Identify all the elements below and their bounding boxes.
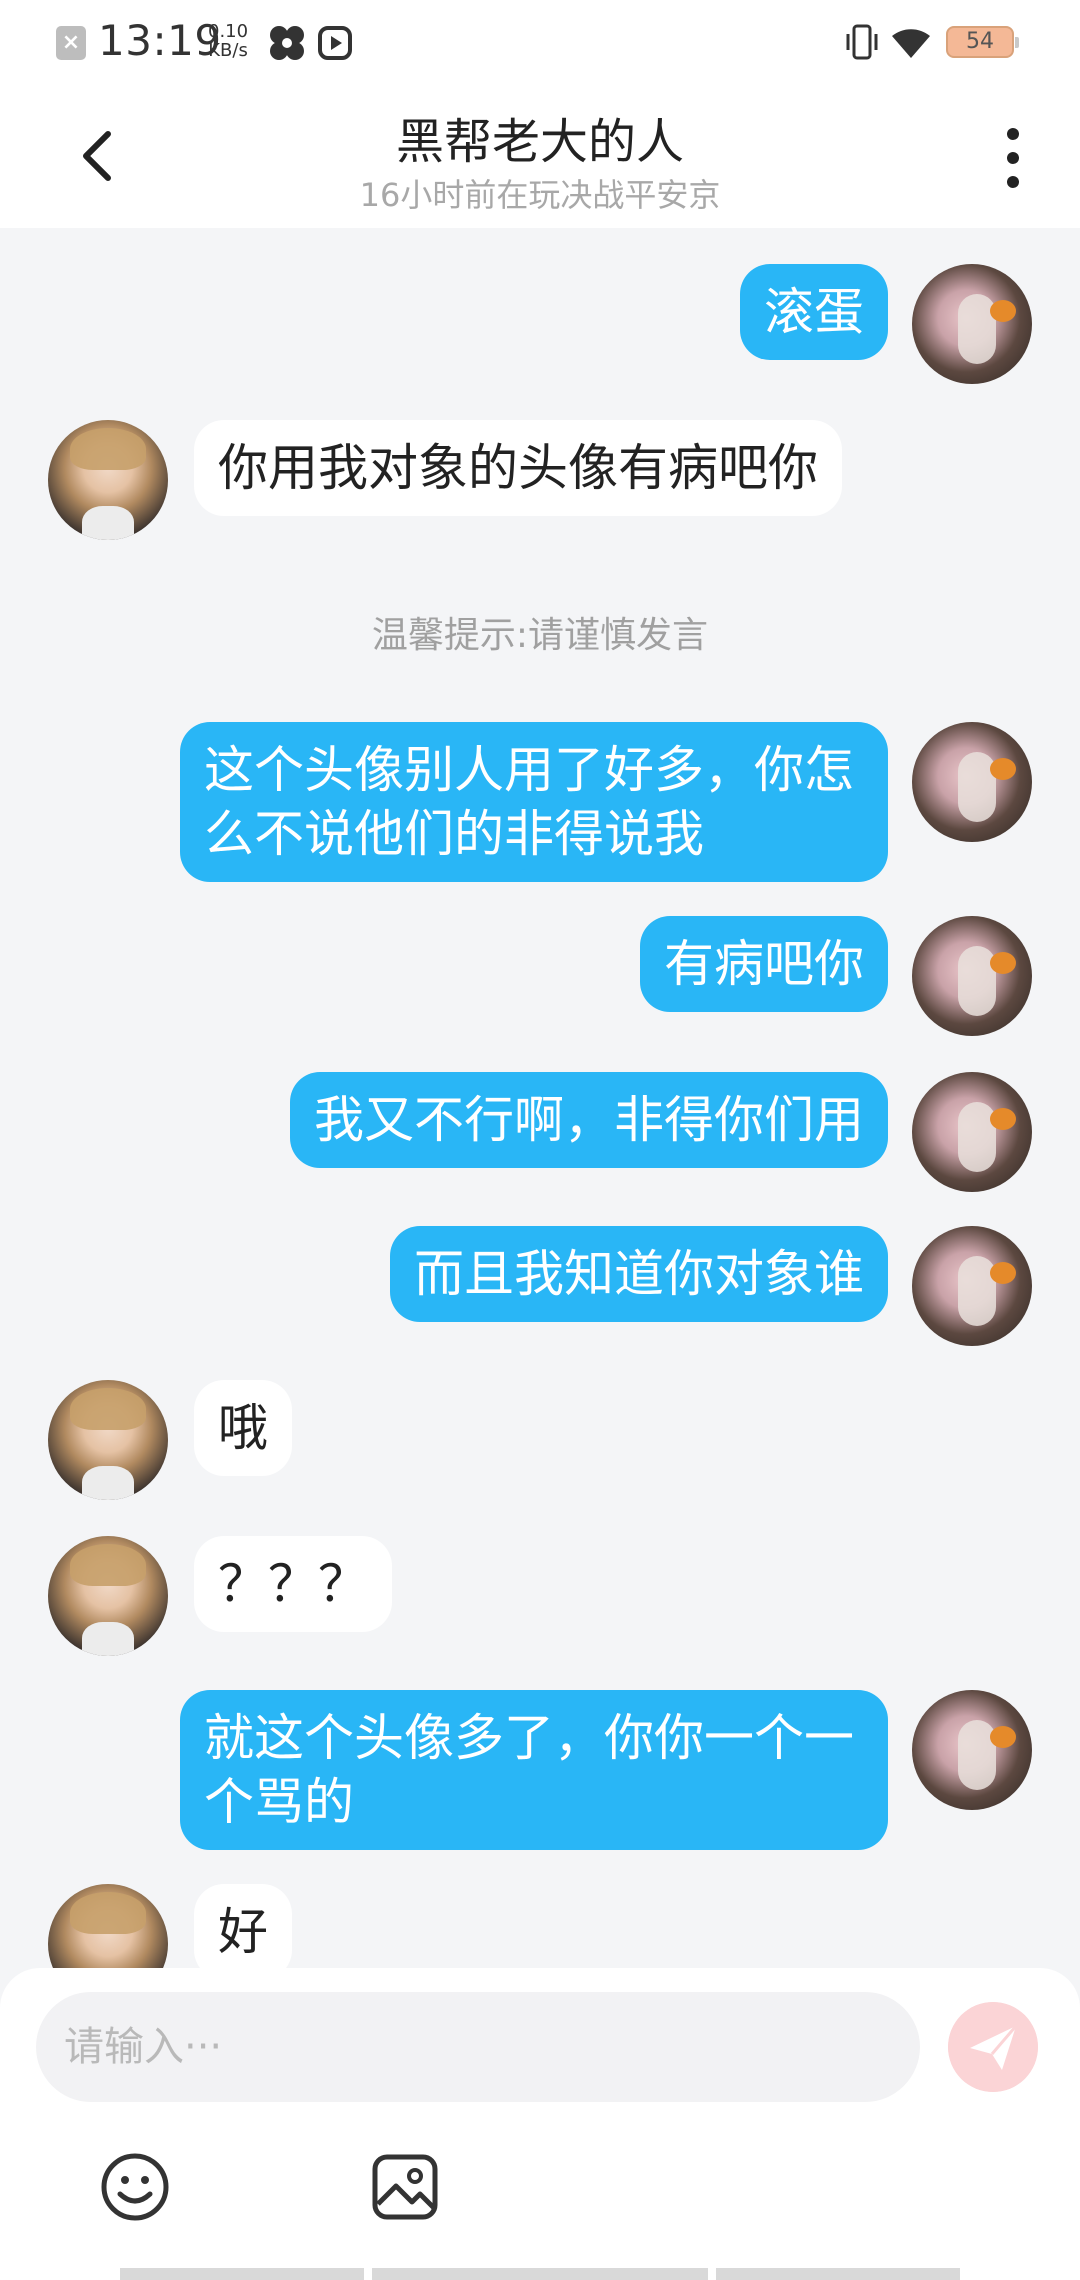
network-speed: 0.10 KB/s xyxy=(208,22,248,60)
message-bubble-received[interactable]: 哦 xyxy=(194,1380,292,1476)
contact-avatar[interactable] xyxy=(48,420,168,540)
my-avatar[interactable] xyxy=(912,722,1032,842)
message-bubble-sent[interactable]: 就这个头像多了，你你一个一个骂的 xyxy=(180,1690,888,1850)
panel-tab-indicator xyxy=(372,2268,708,2280)
system-notice: 温馨提示:请谨慎发言 xyxy=(371,615,709,656)
contact-avatar[interactable] xyxy=(48,1884,168,1968)
message-input[interactable]: 请输入··· xyxy=(36,1992,920,2102)
wifi-icon xyxy=(892,29,930,58)
contact-avatar[interactable] xyxy=(48,1536,168,1656)
notification-close-icon: × xyxy=(56,26,86,60)
message-bubble-sent[interactable]: 有病吧你 xyxy=(640,916,888,1012)
paper-plane-icon[interactable] xyxy=(948,2002,1038,2092)
message-list[interactable]: 滚蛋 你用我对象的头像有病吧你 温馨提示:请谨慎发言 这个头像别人用了好多，你怎… xyxy=(0,228,1080,1968)
my-avatar[interactable] xyxy=(912,1226,1032,1346)
my-avatar[interactable] xyxy=(912,1072,1032,1192)
my-avatar[interactable] xyxy=(912,916,1032,1036)
chat-title: 黑帮老大的人 xyxy=(395,114,684,170)
message-bubble-received[interactable]: ？？？ xyxy=(194,1536,392,1632)
network-speed-value: 0.10 xyxy=(208,21,249,42)
fan-app-icon xyxy=(270,26,304,60)
message-bubble-sent[interactable]: 这个头像别人用了好多，你怎么不说他们的非得说我 xyxy=(180,722,888,882)
more-vertical-icon[interactable] xyxy=(996,126,1030,190)
panel-tab-indicator xyxy=(120,2268,364,2280)
message-bubble-sent[interactable]: 滚蛋 xyxy=(740,264,888,360)
panel-tab-indicator xyxy=(716,2268,960,2280)
smiley-icon[interactable] xyxy=(100,2152,170,2222)
network-speed-unit: KB/s xyxy=(208,40,248,61)
contact-avatar[interactable] xyxy=(48,1380,168,1500)
message-bubble-received[interactable]: 好 xyxy=(194,1884,292,1968)
chat-header: 黑帮老大的人 16小时前在玩决战平安京 xyxy=(0,86,1080,228)
battery-indicator: 54 xyxy=(946,26,1019,58)
my-avatar[interactable] xyxy=(912,264,1032,384)
message-bubble-received[interactable]: 你用我对象的头像有病吧你 xyxy=(194,420,842,516)
chat-subtitle: 16小时前在玩决战平安京 xyxy=(359,176,721,214)
composer: 请输入··· xyxy=(0,1968,1080,2280)
status-bar: × 13:19 0.10 KB/s 54 xyxy=(0,0,1080,86)
message-bubble-sent[interactable]: 而且我知道你对象谁 xyxy=(390,1226,888,1322)
message-bubble-sent[interactable]: 我又不行啊，非得你们用 xyxy=(290,1072,888,1168)
image-icon[interactable] xyxy=(370,2152,440,2222)
vibrate-icon xyxy=(846,24,878,60)
my-avatar[interactable] xyxy=(912,1690,1032,1810)
status-time: 13:19 xyxy=(98,16,222,65)
media-play-icon xyxy=(318,26,352,60)
